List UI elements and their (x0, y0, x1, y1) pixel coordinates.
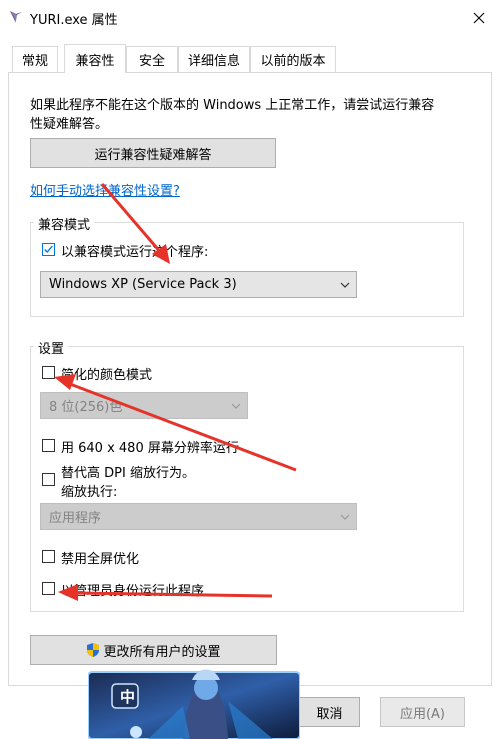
settings-legend: 设置 (34, 338, 69, 357)
close-button[interactable] (458, 0, 500, 35)
chevron-down-icon (231, 403, 241, 409)
os-version-select[interactable]: Windows XP (Service Pack 3) (40, 271, 357, 298)
intro-text-line2: 性疑难解答。 (30, 117, 109, 132)
tab-details-label: 详细信息 (187, 54, 240, 69)
fullscreen-opt-label: 禁用全屏优化 (61, 552, 140, 567)
compat-mode-group (30, 222, 464, 317)
dpi-override-checkbox[interactable] (42, 473, 55, 486)
tab-previous-versions[interactable]: 以前的版本 (250, 46, 336, 72)
close-icon (473, 12, 485, 23)
apply-button[interactable]: 应用(A) (380, 697, 465, 727)
app-icon (10, 11, 22, 23)
color-depth-select[interactable]: 8 位(256)色 (40, 392, 248, 419)
dpi-override-label: 替代高 DPI 缩放行为。 (61, 466, 195, 481)
reduced-color-label: 简化的颜色模式 (61, 368, 153, 383)
compat-mode-label: 以兼容模式运行这个程序: (61, 245, 209, 260)
run-as-admin-label: 以管理员身份运行此程序 (61, 584, 205, 599)
fullscreen-opt-checkbox[interactable] (42, 550, 55, 563)
tab-security-label: 安全 (138, 54, 165, 69)
compat-mode-checkbox[interactable] (42, 243, 55, 256)
window-title: YURI.exe 属性 (30, 13, 118, 28)
chevron-down-icon (340, 282, 350, 288)
change-all-users-label: 更改所有用户的设置 (103, 644, 221, 660)
compat-mode-legend: 兼容模式 (34, 214, 95, 233)
reduced-color-checkbox[interactable] (42, 366, 55, 379)
title-bar: YURI.exe 属性 (0, 0, 500, 35)
manual-compat-link[interactable]: 如何手动选择兼容性设置? (30, 180, 180, 199)
tab-security[interactable]: 安全 (126, 46, 178, 72)
color-depth-value: 8 位(256)色 (49, 400, 123, 415)
cancel-label: 取消 (316, 706, 343, 722)
tab-compatibility[interactable]: 兼容性 (64, 44, 126, 73)
os-version-value: Windows XP (Service Pack 3) (49, 277, 237, 292)
tab-compatibility-label: 兼容性 (75, 53, 115, 69)
tab-general-label: 常规 (21, 54, 48, 69)
cancel-button[interactable]: 取消 (299, 697, 360, 727)
res-640-checkbox[interactable] (42, 439, 55, 452)
change-all-users-button[interactable]: 更改所有用户的设置 (30, 635, 277, 665)
run-troubleshooter-label: 运行兼容性疑难解答 (94, 147, 212, 163)
run-as-admin-checkbox[interactable] (42, 582, 55, 595)
tab-details[interactable]: 详细信息 (178, 46, 250, 72)
intro-text-line1: 如果此程序不能在这个版本的 Windows 上正常工作，请尝试运行兼容 (30, 98, 435, 113)
checkmark-icon (44, 245, 53, 254)
banner-badge: 中 (120, 688, 136, 706)
tab-general[interactable]: 常规 (12, 46, 58, 72)
shield-icon (87, 643, 100, 657)
apply-label: 应用(A) (399, 706, 446, 722)
chevron-down-icon (340, 514, 350, 520)
dpi-scaling-select[interactable]: 应用程序 (40, 503, 357, 530)
run-troubleshooter-button[interactable]: 运行兼容性疑难解答 (30, 138, 276, 168)
active-tab-gap (65, 72, 125, 73)
tab-previous-versions-label: 以前的版本 (260, 54, 326, 69)
dpi-scaling-value: 应用程序 (49, 511, 102, 526)
res-640-label: 用 640 x 480 屏幕分辨率运行 (61, 441, 239, 456)
dpi-scaling-label: 缩放执行: (61, 485, 118, 500)
